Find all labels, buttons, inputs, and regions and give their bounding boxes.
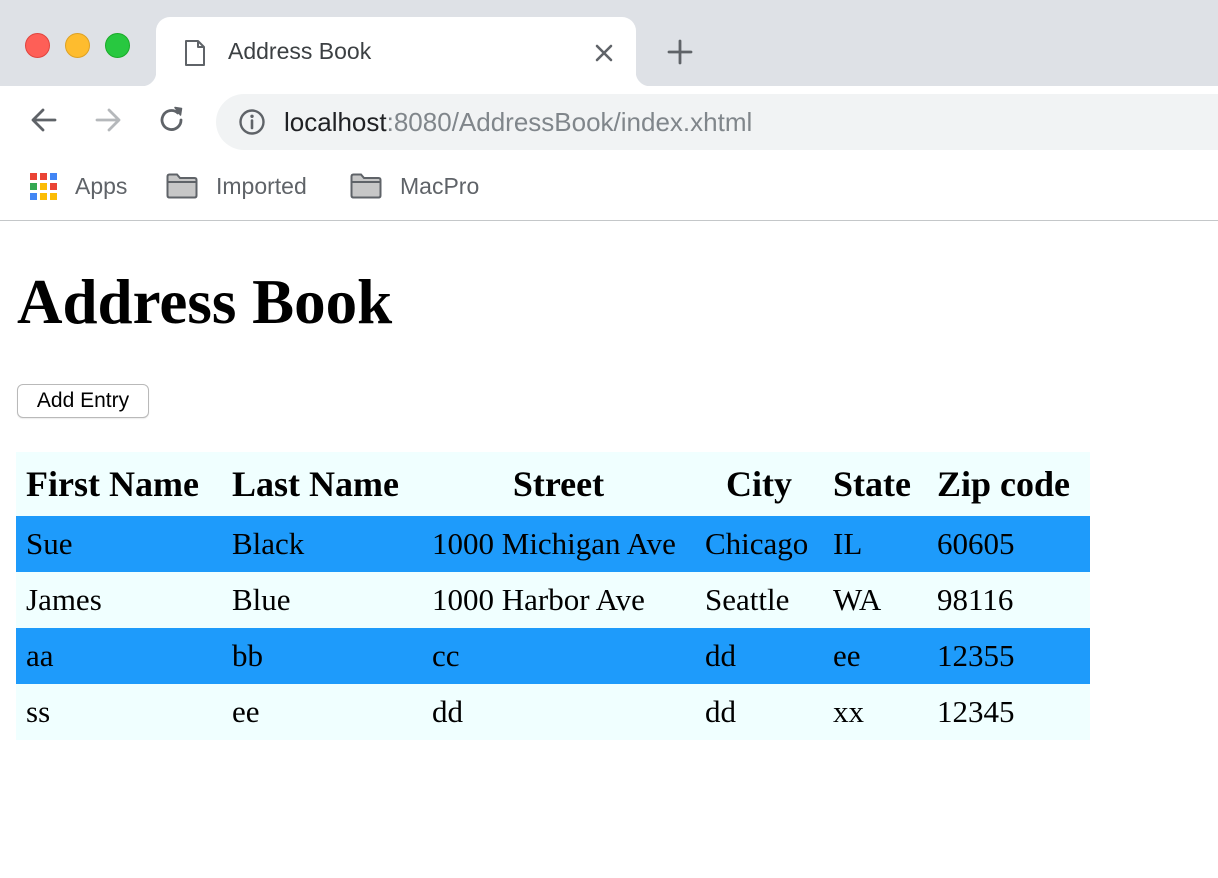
table-row: Sue Black 1000 Michigan Ave Chicago IL 6… [16, 516, 1090, 572]
table-cell: dd [695, 684, 823, 740]
column-header-last-name: Last Name [222, 452, 422, 516]
url-text[interactable]: localhost:8080/AddressBook/index.xhtml [284, 107, 752, 138]
table-cell: James [16, 572, 222, 628]
table-row: aa bb cc dd ee 12355 [16, 628, 1090, 684]
table-cell: WA [823, 572, 927, 628]
table-cell: 12345 [927, 684, 1090, 740]
tab-close-icon[interactable] [592, 41, 616, 65]
table-header-row: First Name Last Name Street City State Z… [16, 452, 1090, 516]
browser-titlebar: Address Book [0, 0, 1218, 86]
table-cell: Black [222, 516, 422, 572]
address-table: First Name Last Name Street City State Z… [16, 452, 1090, 740]
forward-arrow-icon[interactable] [92, 104, 124, 136]
table-cell: ee [823, 628, 927, 684]
bookmark-label: Imported [216, 172, 307, 199]
window-zoom-button[interactable] [105, 33, 130, 58]
column-header-first-name: First Name [16, 452, 222, 516]
back-arrow-icon[interactable] [28, 104, 60, 136]
browser-toolbar: localhost:8080/AddressBook/index.xhtml [0, 86, 1218, 158]
table-cell: cc [422, 628, 695, 684]
table-cell: dd [422, 684, 695, 740]
bookmark-label: MacPro [400, 172, 480, 199]
table-cell: IL [823, 516, 927, 572]
table-row: ss ee dd dd xx 12345 [16, 684, 1090, 740]
reload-icon[interactable] [156, 104, 188, 136]
page-title: Address Book [17, 267, 393, 337]
folder-icon [166, 173, 198, 199]
table-cell: bb [222, 628, 422, 684]
table-cell: 60605 [927, 516, 1090, 572]
table-cell: aa [16, 628, 222, 684]
column-header-street: Street [422, 452, 695, 516]
url-host: localhost [284, 107, 387, 137]
table-cell: Chicago [695, 516, 823, 572]
tab-title: Address Book [228, 38, 372, 64]
new-tab-icon[interactable] [666, 38, 694, 66]
table-cell: 1000 Michigan Ave [422, 516, 695, 572]
url-path: :8080/AddressBook/index.xhtml [386, 107, 753, 137]
bookmarks-bar: Apps Imported MacPro [0, 158, 1218, 221]
site-info-icon[interactable] [238, 108, 266, 136]
window-minimize-button[interactable] [65, 33, 90, 58]
bookmark-macpro[interactable]: MacPro [350, 170, 479, 202]
table-cell: 1000 Harbor Ave [422, 572, 695, 628]
folder-icon [350, 173, 382, 199]
page-content: Address Book Add Entry First Name Last N… [0, 222, 1218, 878]
column-header-state: State [823, 452, 927, 516]
bookmark-apps[interactable]: Apps [30, 170, 127, 202]
table-row: James Blue 1000 Harbor Ave Seattle WA 98… [16, 572, 1090, 628]
apps-grid-icon [30, 172, 57, 200]
table-cell: 12355 [927, 628, 1090, 684]
table-cell: 98116 [927, 572, 1090, 628]
table-cell: ss [16, 684, 222, 740]
bookmark-imported[interactable]: Imported [166, 170, 307, 202]
table-cell: dd [695, 628, 823, 684]
column-header-zip-code: Zip code [927, 452, 1090, 516]
table-cell: Seattle [695, 572, 823, 628]
table-cell: ee [222, 684, 422, 740]
table-cell: Sue [16, 516, 222, 572]
browser-tab-active[interactable]: Address Book [142, 17, 650, 86]
add-entry-button[interactable]: Add Entry [17, 384, 149, 418]
bookmark-label: Apps [75, 172, 128, 199]
table-cell: Blue [222, 572, 422, 628]
address-bar[interactable]: localhost:8080/AddressBook/index.xhtml [216, 94, 1218, 150]
column-header-city: City [695, 452, 823, 516]
window-close-button[interactable] [25, 33, 50, 58]
document-icon [185, 40, 205, 66]
table-cell: xx [823, 684, 927, 740]
